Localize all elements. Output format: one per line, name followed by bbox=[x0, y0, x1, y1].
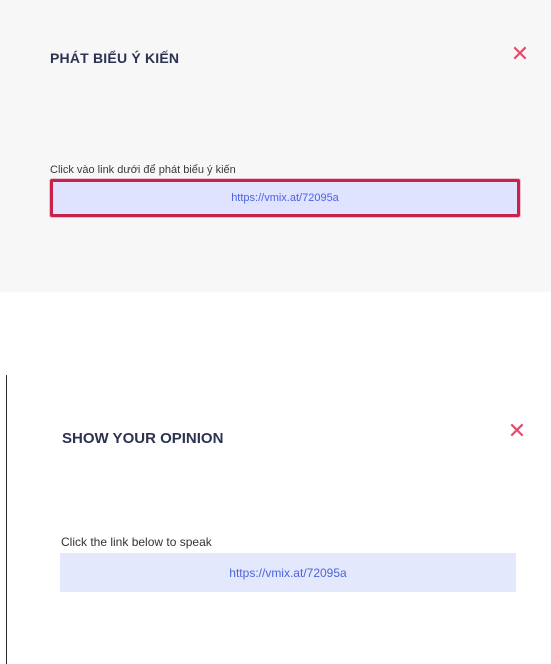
opinion-dialog-english: SHOW YOUR OPINION ✕ Click the link below… bbox=[0, 375, 551, 664]
speak-link[interactable]: https://vmix.at/72095a bbox=[60, 553, 516, 592]
close-icon[interactable]: ✕ bbox=[509, 43, 531, 65]
screenshot-stage: PHÁT BIỂU Ý KIẾN ✕ Click vào link dưới đ… bbox=[0, 0, 551, 664]
instruction-text: Click vào link dưới để phát biểu ý kiến bbox=[50, 164, 236, 176]
speak-link[interactable]: https://vmix.at/72095a bbox=[50, 179, 520, 217]
dialog-title: PHÁT BIỂU Ý KIẾN bbox=[50, 50, 180, 66]
opinion-dialog-vietnamese: PHÁT BIỂU Ý KIẾN ✕ Click vào link dưới đ… bbox=[0, 0, 551, 292]
dialog-title: SHOW YOUR OPINION bbox=[62, 430, 224, 447]
close-icon[interactable]: ✕ bbox=[506, 420, 528, 442]
divider bbox=[6, 375, 7, 664]
instruction-text: Click the link below to speak bbox=[61, 535, 212, 549]
